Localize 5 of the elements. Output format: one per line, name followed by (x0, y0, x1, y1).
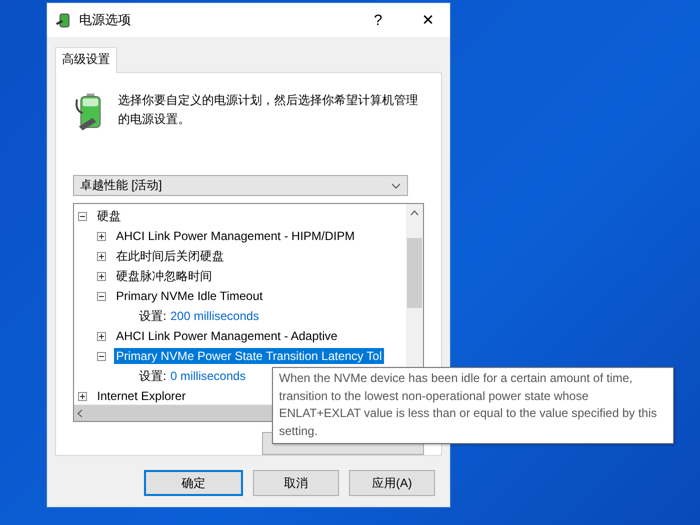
setting-label: 设置: (139, 308, 166, 325)
setting-label: 设置: (139, 368, 166, 385)
window-title: 电源选项 (79, 11, 132, 29)
instruction-text: 选择你要自定义的电源计划，然后选择你希望计算机管理的电源设置。 (118, 92, 419, 128)
tooltip: When the NVMe device has been idle for a certain amount of time, transition to the lowest non-operational power state whose ENLAT+EXLAT value is less than or equal to the value specified by this setting. (272, 367, 674, 444)
